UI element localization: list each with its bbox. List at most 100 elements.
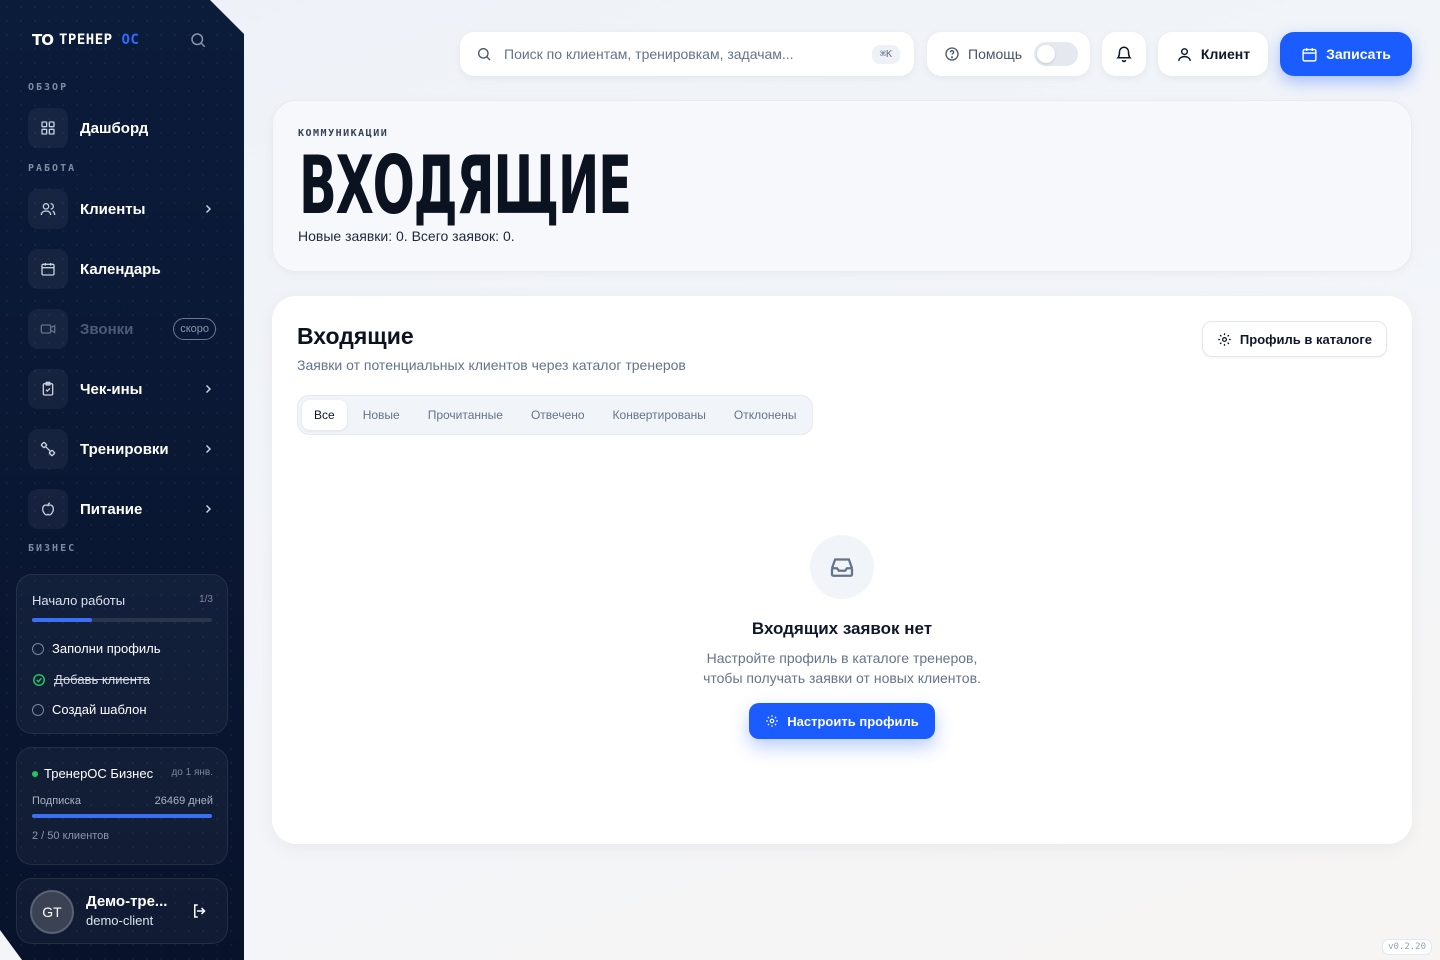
- onboarding-count: 1/3: [199, 594, 213, 605]
- task-label: Заполни профиль: [52, 641, 161, 656]
- book-session-button[interactable]: Записать: [1280, 32, 1412, 76]
- brand-logo[interactable]: TO ТРЕНЕР ОС: [32, 31, 139, 49]
- empty-state-title: Входящих заявок нет: [751, 619, 933, 638]
- catalog-profile-button[interactable]: Профиль в каталоге: [1201, 321, 1387, 357]
- subscription-label: Подписка: [32, 795, 81, 807]
- tab-rejected[interactable]: Отклонены: [722, 400, 809, 430]
- onboarding-title: Начало работы: [32, 593, 126, 608]
- subscription-card[interactable]: ТренерОС Бизнес до 1 янв. Подписка 26469…: [16, 747, 228, 865]
- setup-profile-button[interactable]: Настроить профиль: [749, 703, 935, 739]
- search-shortcut: ⌘K: [871, 44, 900, 64]
- section-label-work: РАБОТА: [28, 163, 77, 174]
- dumbbell-icon: [28, 429, 68, 469]
- inbox-panel: Входящие Заявки от потенциальных клиенто…: [272, 296, 1412, 844]
- sidebar-item-label: Питание: [80, 500, 143, 518]
- logout-icon[interactable]: [191, 902, 209, 920]
- sidebar-item-clients[interactable]: Клиенты: [28, 189, 218, 229]
- user-name: Демо-тре...: [86, 893, 168, 910]
- plan-until: до 1 янв.: [171, 767, 213, 778]
- onboarding-card: Начало работы 1/3 Заполни профиль Добавь…: [16, 574, 228, 734]
- clipboard-icon: [28, 369, 68, 409]
- sidebar-item-calendar[interactable]: Календарь: [28, 249, 218, 289]
- subscription-progress-fill: [32, 814, 212, 818]
- status-dot-icon: [32, 770, 38, 777]
- sidebar-item-workouts[interactable]: Тренировки: [28, 429, 218, 469]
- client-view-button[interactable]: Клиент: [1158, 32, 1268, 76]
- gear-icon: [1218, 332, 1231, 346]
- user-icon: [1178, 47, 1191, 61]
- unchecked-circle-icon: [32, 703, 44, 716]
- onboarding-task[interactable]: Создай шаблон: [32, 702, 147, 717]
- inbox-icon: [810, 535, 874, 599]
- onboarding-task[interactable]: Заполни профиль: [32, 641, 161, 656]
- section-label-business: БИЗНЕС: [28, 543, 77, 554]
- book-session-label: Записать: [1326, 46, 1391, 62]
- chevron-right-icon: [205, 204, 212, 214]
- version-badge: v0.2.20: [1382, 939, 1432, 955]
- unchecked-circle-icon: [32, 642, 44, 655]
- sidebar-item-calls: Звонки скоро: [28, 309, 218, 349]
- subscription-progress: [32, 814, 212, 818]
- check-circle-icon: [33, 673, 45, 686]
- subscription-days: 26469 дней: [154, 795, 213, 807]
- panel-subtitle: Заявки от потенциальных клиентов через к…: [297, 357, 686, 373]
- tab-all[interactable]: Все: [302, 400, 347, 430]
- client-view-label: Клиент: [1200, 46, 1251, 62]
- tab-read[interactable]: Прочитанные: [416, 400, 515, 430]
- search-input[interactable]: [504, 46, 854, 62]
- chevron-right-icon: [205, 384, 212, 394]
- gear-icon: [766, 715, 779, 727]
- users-icon: [28, 189, 68, 229]
- help-toggle[interactable]: Помощь: [927, 32, 1090, 76]
- catalog-profile-label: Профиль в каталоге: [1239, 331, 1372, 347]
- onboarding-task[interactable]: Добавь клиента: [32, 672, 150, 687]
- dashboard-icon: [28, 108, 68, 148]
- plan-name: ТренерОС Бизнес: [32, 766, 153, 781]
- sidebar-item-checkins[interactable]: Чек-ины: [28, 369, 218, 409]
- help-switch[interactable]: [1034, 42, 1079, 66]
- onboarding-progress: [32, 618, 212, 622]
- user-card[interactable]: GT Демо-тре... demo-client: [16, 878, 228, 944]
- onboarding-progress-fill: [32, 618, 92, 622]
- tab-converted[interactable]: Конвертированы: [601, 400, 718, 430]
- sidebar-item-label: Тренировки: [80, 440, 169, 458]
- brand-mark: TO: [32, 31, 54, 49]
- global-search[interactable]: ⌘K: [460, 32, 914, 76]
- apple-icon: [28, 489, 68, 529]
- search-icon[interactable]: [189, 31, 207, 49]
- brand-name: ТРЕНЕР ОС: [58, 32, 140, 48]
- section-label-overview: ОБЗОР: [28, 82, 69, 93]
- sidebar-item-label: Клиенты: [80, 200, 146, 218]
- page-header: КОММУНИКАЦИИ ВХОДЯЩИЕ Новые заявки: 0. В…: [272, 100, 1412, 272]
- user-login: demo-client: [86, 913, 154, 928]
- task-label: Создай шаблон: [52, 702, 147, 717]
- notifications-button[interactable]: [1102, 32, 1146, 76]
- sidebar-item-nutrition[interactable]: Питание: [28, 489, 218, 529]
- help-circle-icon: [945, 47, 959, 61]
- sidebar: TO ТРЕНЕР ОС ОБЗОР Дашборд РАБОТА Клиент…: [0, 0, 244, 960]
- tab-replied[interactable]: Отвечено: [519, 400, 597, 430]
- calendar-plus-icon: [1302, 47, 1317, 62]
- avatar: GT: [30, 890, 74, 934]
- tab-new[interactable]: Новые: [351, 400, 412, 430]
- sidebar-item-label: Звонки: [80, 320, 134, 338]
- sidebar-item-dashboard[interactable]: Дашборд: [28, 108, 218, 148]
- help-label: Помощь: [968, 46, 1023, 62]
- calendar-icon: [28, 249, 68, 289]
- inbox-tabs: Все Новые Прочитанные Отвечено Конвертир…: [297, 395, 814, 435]
- panel-title: Входящие: [297, 323, 414, 349]
- soon-badge: скоро: [173, 318, 216, 340]
- sidebar-item-label: Календарь: [80, 260, 161, 278]
- chevron-right-icon: [205, 444, 212, 454]
- video-icon: [28, 309, 68, 349]
- page-title: ВХОДЯЩИЕ: [299, 139, 632, 232]
- task-label: Добавь клиента: [54, 672, 150, 687]
- sidebar-item-label: Дашборд: [80, 119, 149, 137]
- bell-icon: [1116, 46, 1132, 63]
- sidebar-item-label: Чек-ины: [80, 380, 143, 398]
- setup-profile-label: Настроить профиль: [787, 713, 919, 729]
- chevron-right-icon: [205, 504, 212, 514]
- page-eyebrow: КОММУНИКАЦИИ: [298, 128, 389, 139]
- empty-state-text: Настройте профиль в каталоге тренеров, ч…: [703, 650, 981, 686]
- page-stats: Новые заявки: 0. Всего заявок: 0.: [298, 228, 515, 244]
